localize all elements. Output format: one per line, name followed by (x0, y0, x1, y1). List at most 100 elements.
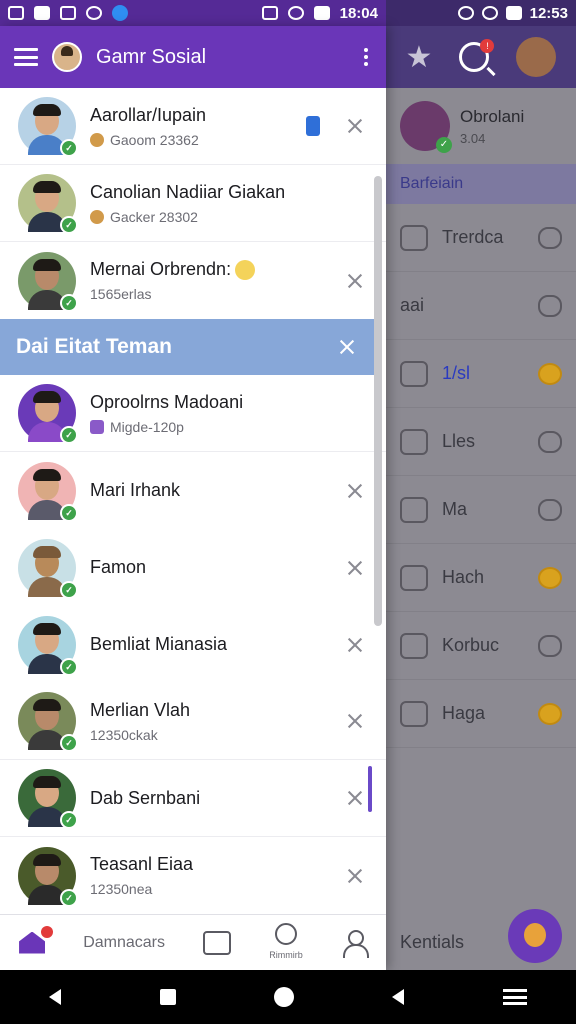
list-item[interactable]: ✓ Aarollar/Iupain Gaoom 23362 (0, 88, 386, 165)
close-icon[interactable] (344, 787, 366, 809)
nav-home[interactable] (19, 925, 54, 954)
alarm-icon (261, 6, 278, 20)
close-icon[interactable] (344, 557, 366, 579)
avatar: ✓ (18, 97, 78, 157)
online-check-icon: ✓ (60, 426, 78, 444)
background-row: Hach (386, 544, 576, 612)
friend-sub: 1565erlas (90, 286, 152, 303)
image-icon (60, 6, 76, 20)
telegram-icon (112, 5, 128, 21)
close-icon[interactable] (344, 115, 366, 137)
list-item[interactable]: ✓ Mernai Orbrendn: 1565erlas (0, 242, 386, 319)
cookie-icon (90, 132, 104, 147)
profile-icon[interactable] (341, 929, 369, 958)
status-bar-left: 18:04 (0, 0, 386, 26)
avatar[interactable] (52, 42, 82, 72)
system-navigation-bar (0, 970, 576, 1024)
gallery-icon (34, 6, 50, 20)
close-icon[interactable] (344, 480, 366, 502)
background-row: 1/sl (386, 340, 576, 408)
online-check-icon: ✓ (60, 734, 78, 752)
gallery-icon[interactable] (203, 930, 232, 955)
close-icon[interactable] (344, 710, 366, 732)
friend-name: Aarollar/Iupain (90, 104, 207, 125)
status-time-right: 12:53 (529, 4, 568, 22)
app-bar: Gamr Sosial (0, 26, 386, 88)
square-icon (538, 634, 562, 657)
friend-sub: Gacker 28302 (110, 208, 198, 225)
row-label: Korbuc (442, 635, 500, 655)
tag-icon (90, 419, 104, 434)
avatar: ✓ (18, 174, 78, 234)
background-panel: ★ ! Obrolani 3.04 Barfeiain Trerdca aai … (386, 26, 576, 970)
avatar: ✓ (18, 615, 78, 676)
menu-icon[interactable] (14, 48, 38, 66)
cookie-icon (90, 209, 104, 224)
back-icon[interactable] (49, 989, 62, 1005)
friend-name: Merlian Vlah (90, 699, 191, 720)
scrollbar[interactable] (374, 176, 382, 626)
star-icon (400, 428, 428, 455)
friends-drawer: Gamr Sosial ✓ Aarollar/Iupain Gaoom 2336… (0, 26, 386, 970)
friend-name-text: Mernai Orbrendn: (90, 258, 232, 279)
list-item[interactable]: ✓ Bemliat Mianasia (0, 606, 386, 683)
avatar: ✓ (18, 769, 78, 829)
search-icon: ! (459, 39, 495, 72)
wifi-icon (481, 6, 498, 20)
section-header: Dai Eitat Teman (0, 319, 374, 375)
friend-name: Canolian Nadiiar Giakan (90, 181, 286, 202)
recents-icon[interactable] (159, 989, 176, 1005)
more-options-icon[interactable] (360, 44, 372, 70)
list-item[interactable]: ✓ Famon (0, 529, 386, 606)
nav-label[interactable]: Damnacars (83, 934, 165, 952)
list-item[interactable]: ✓ Mari Irhank (0, 452, 386, 529)
avatar (400, 101, 452, 153)
avatar: ✓ (18, 846, 78, 907)
close-section-icon[interactable] (336, 336, 358, 358)
online-check-icon: ✓ (60, 811, 78, 829)
friend-sub: 12350ckak (90, 726, 158, 743)
star-icon (400, 224, 428, 251)
app-title: Gamr Sosial (96, 45, 207, 68)
background-bottom: Kentials (386, 909, 576, 970)
avatar: ✓ (18, 538, 78, 599)
back-icon[interactable] (392, 989, 405, 1005)
list-item[interactable]: ✓ Merlian Vlah 12350ckak (0, 683, 386, 760)
notification-icon[interactable] (306, 116, 320, 136)
battery-icon (313, 6, 330, 20)
background-row: Lles (386, 408, 576, 476)
background-bottom-label: Kentials (400, 931, 465, 952)
close-icon[interactable] (344, 865, 366, 887)
background-toolbar: ★ ! (386, 26, 576, 88)
notification-badge (41, 925, 54, 938)
background-row: Haga (386, 680, 576, 748)
nav-clock[interactable]: Rimmirb (269, 922, 303, 963)
background-row: Korbuc (386, 612, 576, 680)
home-button-icon[interactable] (273, 987, 294, 1007)
list-item[interactable]: ✓ Canolian Nadiiar Giakan Gacker 28302 (0, 165, 386, 242)
menu-lines-icon[interactable] (502, 989, 527, 1005)
background-row: Trerdca (386, 204, 576, 272)
online-check-icon: ✓ (60, 580, 78, 599)
status-bar-right: 12:53 (386, 0, 576, 26)
star-icon: ★ (405, 40, 433, 74)
character-icon (538, 566, 562, 589)
character-icon (538, 362, 562, 385)
battery-icon (505, 6, 522, 20)
notification-badge: ! (480, 39, 495, 53)
list-item[interactable]: ✓ Teasanl Eiaa 12350nea (0, 837, 386, 914)
list-item[interactable]: ✓ Oproolrns Madoani Migde-120p (0, 375, 386, 452)
row-label: aai (400, 295, 425, 315)
list-item[interactable]: ✓ Dab Sernbani (0, 760, 386, 837)
avatar (516, 37, 557, 77)
background-row: aai (386, 272, 576, 340)
online-check-icon: ✓ (60, 657, 78, 676)
background-row: Ma (386, 476, 576, 544)
close-icon[interactable] (344, 270, 366, 292)
friend-name: Mernai Orbrendn: (90, 258, 344, 281)
row-label: Trerdca (442, 227, 504, 247)
active-indicator (368, 766, 372, 812)
clock-label: Rimmirb (269, 949, 303, 960)
close-icon[interactable] (344, 634, 366, 656)
star-icon (400, 360, 428, 387)
